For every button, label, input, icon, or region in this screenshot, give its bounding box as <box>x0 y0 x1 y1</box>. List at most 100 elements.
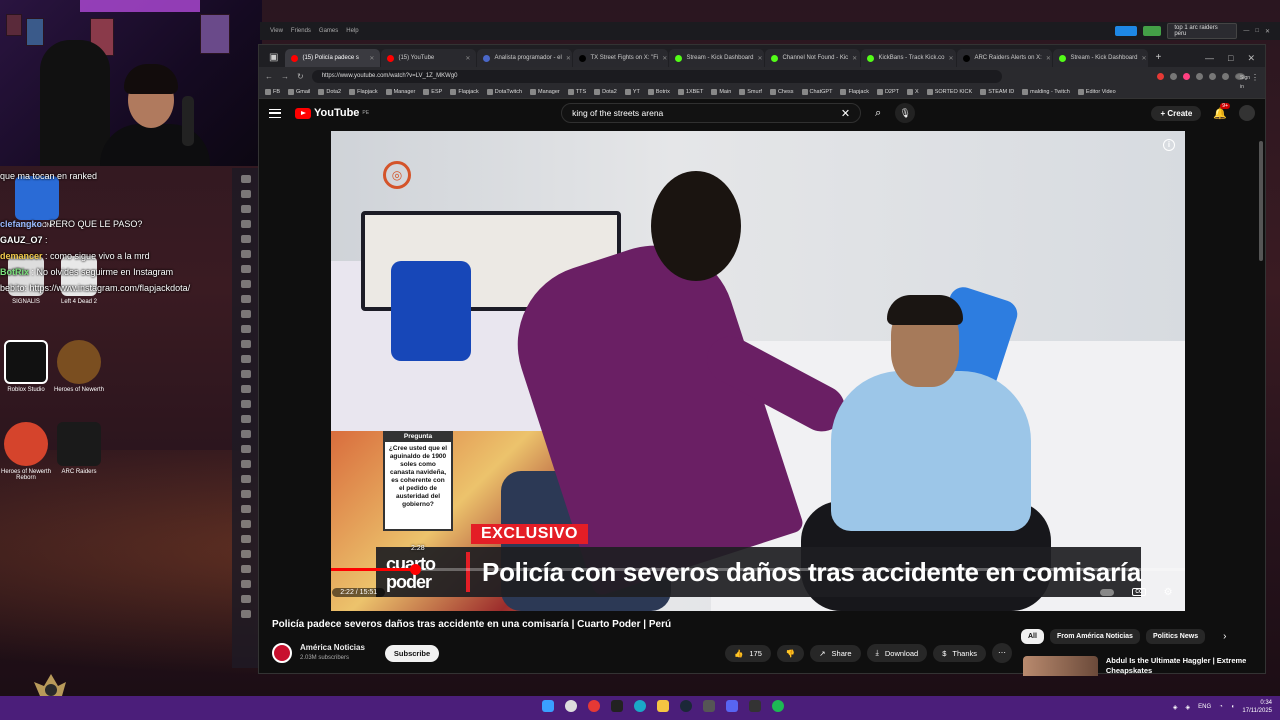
bookmark-item[interactable]: SORTEO KICK <box>926 88 972 95</box>
browser-tab[interactable]: (15) Policía padece s ✕ <box>285 49 381 67</box>
search-icon[interactable]: ⌕ <box>875 107 881 120</box>
tray-icon[interactable]: ◈ <box>1186 704 1191 711</box>
chip-politics-news[interactable]: Politics News <box>1145 629 1206 644</box>
extension-icon[interactable] <box>1157 72 1164 80</box>
avatar[interactable] <box>1239 105 1255 121</box>
taskbar-app-icon[interactable] <box>588 700 600 712</box>
close-window-icon[interactable]: ✕ <box>1247 49 1255 67</box>
captions-icon[interactable]: CC <box>1132 588 1146 596</box>
browser-tab[interactable]: (15) YouTube ✕ <box>381 49 477 67</box>
tab-list-icon[interactable]: ▣ <box>263 49 284 67</box>
close-tab-icon[interactable]: ✕ <box>757 55 762 62</box>
chevron-right-icon[interactable]: › <box>1223 631 1226 642</box>
bookmark-item[interactable]: DotaTwitch <box>486 88 522 95</box>
extension-icon[interactable] <box>1209 72 1216 80</box>
channel-name[interactable]: América Noticias <box>300 643 365 653</box>
thanks-button[interactable]: $ Thanks <box>933 644 986 662</box>
menu-view[interactable]: View <box>270 28 283 34</box>
menu-games[interactable]: Games <box>319 28 338 34</box>
close-tab-icon[interactable]: ✕ <box>566 55 571 62</box>
close-tab-icon[interactable]: ✕ <box>369 55 374 62</box>
autoplay-toggle[interactable] <box>1100 588 1115 596</box>
maximize-icon[interactable]: □ <box>1255 28 1259 34</box>
broadcast-icon[interactable] <box>1115 26 1138 36</box>
scrubber-handle[interactable] <box>409 564 421 575</box>
close-tab-icon[interactable]: ✕ <box>1046 55 1051 62</box>
bookmark-item[interactable]: D2PT <box>876 88 899 95</box>
steam-search-input[interactable]: top 1 arc raiders peru <box>1167 23 1238 39</box>
spotify-icon[interactable] <box>772 700 784 712</box>
bookmark-item[interactable]: malding - Twitch <box>1022 88 1070 95</box>
browser-tab[interactable]: Stream - Kick Dashboard ✕ <box>1053 49 1149 67</box>
clear-search-icon[interactable]: ✕ <box>841 107 850 120</box>
recommended-title[interactable]: Abdul Is the Ultimate Haggler | Extreme … <box>1106 656 1263 676</box>
info-icon[interactable]: i <box>1163 139 1175 151</box>
menu-help[interactable]: Help <box>346 28 358 34</box>
sign-in-button[interactable]: Sign in <box>1235 72 1250 90</box>
clock[interactable]: 0:34 17/11/2025 <box>1242 699 1272 715</box>
video-thumbnail[interactable] <box>1023 656 1098 676</box>
wifi-icon[interactable]: ◔ <box>1219 704 1223 710</box>
browser-tab[interactable]: ARC Raiders Alerts on X: ✕ <box>957 49 1053 67</box>
bookmark-item[interactable]: Chess <box>769 88 794 95</box>
browser-tab[interactable]: KickBans - Track Kick.co ✕ <box>861 49 957 67</box>
close-tab-icon[interactable]: ✕ <box>465 55 470 62</box>
bookmark-item[interactable]: STEAM ID <box>980 88 1014 95</box>
menu-friends[interactable]: Friends <box>291 28 311 34</box>
search-icon[interactable] <box>565 700 577 712</box>
more-actions-icon[interactable]: ⋯ <box>992 643 1012 663</box>
tray-icon[interactable]: ◈ <box>1173 704 1178 711</box>
download-button[interactable]: ⤓ Download <box>866 644 928 662</box>
bookmark-item[interactable]: FB <box>265 88 280 95</box>
settings-gear-icon[interactable]: ⚙ <box>1164 587 1173 598</box>
reload-icon[interactable]: ↻ <box>297 72 304 81</box>
minimize-icon[interactable]: — <box>1205 49 1214 67</box>
bookmark-item[interactable]: Smurf <box>739 88 762 95</box>
url-field[interactable]: https://www.youtube.com/watch?v=LV_1Z_MK… <box>311 69 1002 83</box>
bookmark-item[interactable]: Flapjack <box>840 88 869 95</box>
bookmark-item[interactable]: Dota2 <box>594 88 617 95</box>
close-tab-icon[interactable]: ✕ <box>1141 55 1146 62</box>
volume-icon[interactable]: ◖ <box>1231 704 1235 710</box>
desktop-icon-heroes-of-newerth[interactable]: Heroes of Newerth <box>44 340 114 393</box>
bookmark-item[interactable]: Main <box>711 88 731 95</box>
discord-icon[interactable] <box>726 700 738 712</box>
taskbar-app-icon[interactable] <box>749 700 761 712</box>
progress-bar[interactable] <box>331 564 1185 575</box>
bookmark-item[interactable]: Flapjack <box>450 88 479 95</box>
chip-from-channel[interactable]: From América Noticias <box>1049 629 1140 644</box>
bookmark-item[interactable]: ESP <box>423 88 442 95</box>
create-button[interactable]: + Create <box>1151 105 1202 121</box>
close-tab-icon[interactable]: ✕ <box>852 55 857 62</box>
browser-tab[interactable]: Stream - Kick Dashboard ✕ <box>669 49 765 67</box>
chip-all[interactable]: All <box>1021 629 1044 644</box>
extension-icon[interactable] <box>1196 72 1203 80</box>
video-player[interactable]: ◎ i Pregunta ¿Cree usted que el aguinald… <box>331 131 1185 611</box>
taskbar-app-icon[interactable] <box>611 700 623 712</box>
edge-icon[interactable] <box>634 700 646 712</box>
desktop-icon-arc-raiders[interactable]: ARC Raiders <box>44 422 114 475</box>
bookmark-item[interactable]: ChatGPT <box>801 88 832 95</box>
notification-icon[interactable] <box>1143 26 1162 36</box>
youtube-logo[interactable]: YouTube PE <box>295 107 369 119</box>
bookmark-item[interactable]: 1XBET <box>677 88 703 95</box>
extension-icon[interactable] <box>1222 72 1229 80</box>
channel-avatar[interactable] <box>272 643 292 663</box>
steam-icon[interactable] <box>680 700 692 712</box>
forward-icon[interactable]: → <box>281 72 289 81</box>
guide-menu-icon[interactable] <box>269 108 281 118</box>
bookmark-item[interactable]: Editor Video <box>1077 88 1116 95</box>
file-explorer-icon[interactable] <box>657 700 669 712</box>
subscribe-button[interactable]: Subscribe <box>384 644 440 662</box>
back-icon[interactable]: ← <box>265 72 273 81</box>
lang-indicator[interactable]: ENG <box>1198 704 1211 710</box>
bookmark-item[interactable]: Gmail <box>288 88 310 95</box>
windows-start-icon[interactable] <box>542 700 554 712</box>
browser-tab[interactable]: Analista programador - el ✕ <box>477 49 573 67</box>
new-tab-button[interactable]: + <box>1149 49 1167 67</box>
bookmark-item[interactable]: Manager <box>385 88 415 95</box>
browser-tab[interactable]: TX Street Fights on X: "Fi ✕ <box>573 49 669 67</box>
notifications-icon[interactable]: 🔔 9+ <box>1213 102 1230 120</box>
close-tab-icon[interactable]: ✕ <box>948 55 953 62</box>
search-input[interactable]: king of the streets arena ✕ <box>561 103 862 123</box>
